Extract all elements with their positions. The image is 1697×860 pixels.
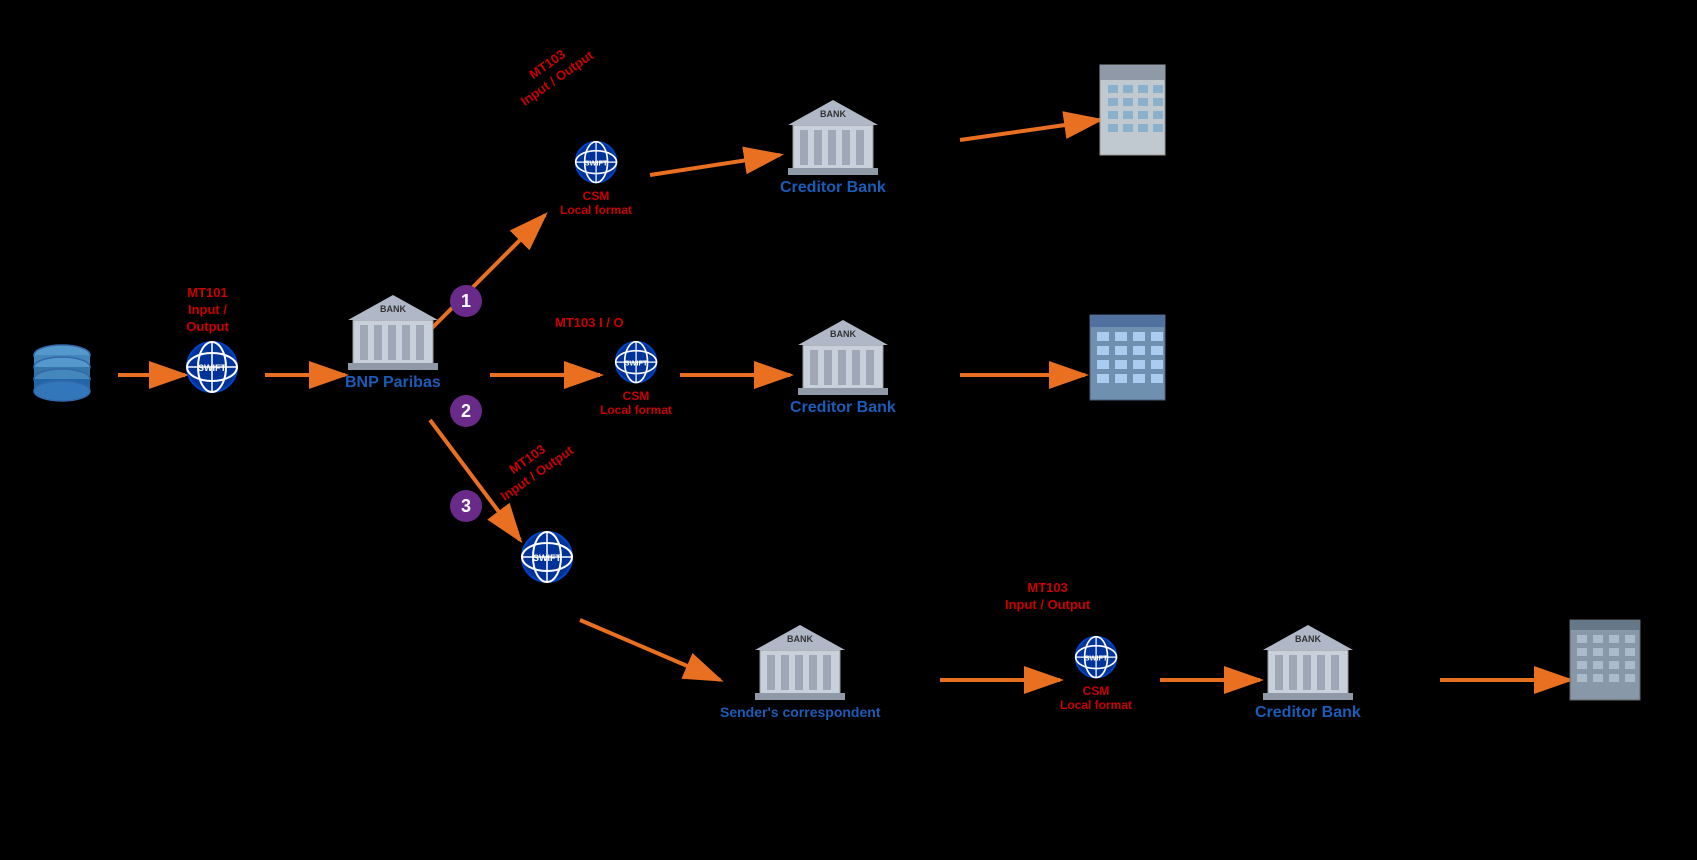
svg-text:BANK: BANK: [380, 304, 406, 314]
number-2-circle: 2: [450, 395, 482, 427]
building-bot-node: [1565, 615, 1645, 705]
bnp-bank-icon: BANK: [348, 290, 438, 370]
number-1-circle: 1: [450, 285, 482, 317]
office-building-bot-icon: [1565, 615, 1645, 705]
svg-text:SWIFT: SWIFT: [533, 553, 561, 563]
diagram: SWIFT MT101 Input / Output BANK BNP Pari…: [0, 0, 1697, 860]
svg-text:BANK: BANK: [787, 634, 813, 644]
swift-bot-left-icon: SWIFT: [520, 530, 575, 585]
office-building-mid-icon: [1085, 305, 1170, 405]
creditor-bank-bot-icon: BANK: [1263, 620, 1353, 700]
csm-mid-label: CSMLocal format: [600, 389, 672, 418]
creditor-bank-top-node: BANK Creditor Bank: [780, 95, 886, 197]
creditor-bank-bot-label: Creditor Bank: [1255, 704, 1361, 722]
senders-bank-icon: BANK: [755, 620, 845, 700]
mt101-label: MT101 Input / Output: [175, 285, 240, 336]
swift-mid-node: SWIFT CSMLocal format MT103 I / O: [600, 340, 672, 418]
creditor-bank-mid-node: BANK Creditor Bank: [790, 315, 896, 417]
database-node: [30, 340, 95, 405]
svg-text:SWIFT: SWIFT: [624, 358, 647, 367]
swift-top-icon: SWIFT: [574, 140, 619, 185]
csm-top-label: CSMLocal format: [560, 189, 632, 218]
mt103-bot-label: MT103Input / Output: [488, 429, 577, 506]
csm-bot-right-label: CSMLocal format: [1060, 684, 1132, 713]
swift-left-icon: SWIFT: [185, 340, 240, 395]
creditor-bank-mid-icon: BANK: [798, 315, 888, 395]
senders-correspondent-node: BANK Sender's correspondent: [720, 620, 880, 720]
creditor-bank-mid-label: Creditor Bank: [790, 399, 896, 417]
office-building-top-icon: [1090, 60, 1175, 160]
swift-bot-left-node: SWIFT MT103Input / Output: [520, 530, 575, 585]
database-icon: [30, 340, 95, 405]
creditor-bank-bot-node: BANK Creditor Bank: [1255, 620, 1361, 722]
mt103-mid-label: MT103 I / O: [555, 315, 624, 332]
swift-bot-right-node: SWIFT CSMLocal format MT103Input / Outpu…: [1060, 635, 1132, 713]
svg-text:SWIFT: SWIFT: [198, 363, 226, 373]
senders-correspondent-label: Sender's correspondent: [720, 704, 880, 720]
number-3-circle: 3: [450, 490, 482, 522]
svg-text:BANK: BANK: [1295, 634, 1321, 644]
svg-text:BANK: BANK: [820, 109, 846, 119]
mt103-top-label: MT103Input / Output: [508, 34, 597, 111]
building-mid-node: [1085, 305, 1170, 405]
bnp-label: BNP Paribas: [345, 374, 441, 392]
mt103-bot-right-label: MT103Input / Output: [1005, 580, 1090, 614]
svg-text:SWIFT: SWIFT: [1084, 653, 1107, 662]
building-top-node: [1090, 60, 1175, 160]
svg-text:SWIFT: SWIFT: [584, 158, 607, 167]
svg-text:BANK: BANK: [830, 329, 856, 339]
swift-bot-right-icon: SWIFT: [1074, 635, 1119, 680]
swift-left-node: SWIFT MT101 Input / Output: [185, 340, 240, 395]
creditor-bank-top-label: Creditor Bank: [780, 179, 886, 197]
swift-mid-icon: SWIFT: [614, 340, 659, 385]
swift-top-node: SWIFT CSMLocal format MT103Input / Outpu…: [560, 140, 632, 218]
bnp-paribas-node: BANK BNP Paribas: [345, 290, 441, 392]
creditor-bank-top-icon: BANK: [788, 95, 878, 175]
